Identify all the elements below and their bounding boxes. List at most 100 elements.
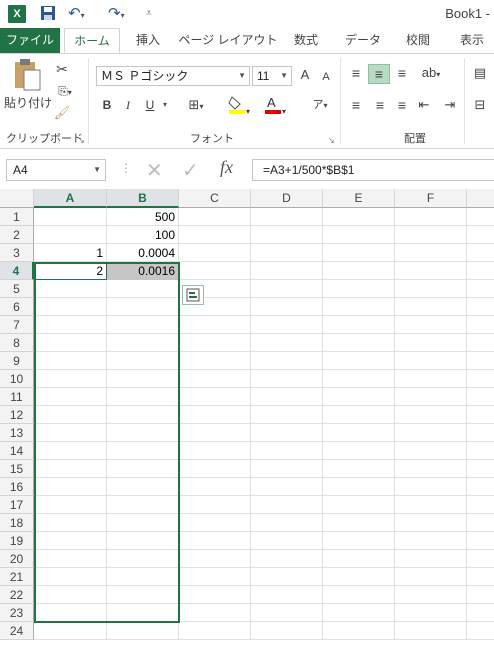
underline-button[interactable]: U — [144, 96, 156, 114]
row-header-16[interactable]: 16 — [0, 478, 34, 496]
cell-b2[interactable]: 100 — [107, 226, 179, 244]
underline-dropdown-icon[interactable]: ▾ — [160, 96, 170, 114]
svg-text:A: A — [267, 95, 276, 110]
border-icon[interactable]: ⊞▾ — [184, 96, 208, 116]
column-header-b[interactable]: B — [107, 189, 179, 208]
align-center-icon[interactable]: ≡ — [370, 96, 390, 114]
column-header-a[interactable]: A — [34, 189, 107, 208]
title-bar: X ↶▾ ↷▾ ⩡ Book1 - — [0, 0, 494, 28]
column-gridline — [322, 208, 323, 640]
tab-review[interactable]: 校閲 — [396, 28, 440, 53]
increase-indent-icon[interactable]: ⇥ — [440, 96, 460, 114]
row-header-1[interactable]: 1 — [0, 208, 34, 226]
row-header-6[interactable]: 6 — [0, 298, 34, 316]
row-header-13[interactable]: 13 — [0, 424, 34, 442]
row-header-10[interactable]: 10 — [0, 370, 34, 388]
font-launcher-icon[interactable]: ↘ — [328, 132, 335, 150]
column-gridline — [250, 208, 251, 640]
row-gridline — [34, 639, 494, 640]
align-bottom-icon[interactable]: ≡ — [392, 64, 412, 82]
align-top-icon[interactable]: ≡ — [346, 64, 366, 82]
wrap-text-icon[interactable]: ▤ — [470, 64, 490, 82]
bold-button[interactable]: B — [100, 96, 114, 114]
row-header-12[interactable]: 12 — [0, 406, 34, 424]
italic-button[interactable]: I — [122, 96, 134, 114]
quick-analysis-button[interactable] — [182, 285, 204, 305]
insert-function-icon[interactable]: fx — [220, 157, 233, 178]
font-color-icon[interactable]: A ▾ — [260, 94, 290, 121]
row-header-17[interactable]: 17 — [0, 496, 34, 514]
column-header-d[interactable]: D — [251, 189, 323, 208]
formula-bar-grip-icon: ⋮ — [120, 161, 132, 175]
decrease-indent-icon[interactable]: ⇤ — [414, 96, 434, 114]
row-header-14[interactable]: 14 — [0, 442, 34, 460]
column-header-g[interactable] — [467, 189, 494, 208]
tab-insert[interactable]: 挿入 — [126, 28, 170, 53]
cell-b3[interactable]: 0.0004 — [107, 244, 179, 262]
tab-home[interactable]: ホーム — [64, 28, 120, 53]
window-title: Book1 - — [445, 6, 490, 21]
column-header-f[interactable]: F — [395, 189, 467, 208]
cell-a3[interactable]: 1 — [34, 244, 107, 262]
name-box[interactable]: A4 ▼ — [6, 159, 106, 181]
redo-icon[interactable]: ↷▾ — [108, 5, 138, 23]
cut-icon[interactable]: ✂ — [52, 60, 72, 78]
fill-color-icon[interactable]: ▾ — [224, 94, 254, 121]
ribbon-home: 貼り付け ✂ ⎘▾ 🖌 クリップボード ↘ ＭＳ Ｐゴシック ▼ 11 ▼ A A … — [0, 54, 494, 149]
font-name-combo[interactable]: ＭＳ Ｐゴシック ▼ — [96, 66, 250, 86]
phonetic-icon[interactable]: ア▾ — [308, 96, 332, 115]
tab-data[interactable]: データ — [338, 28, 388, 53]
clipboard-launcher-icon[interactable]: ↘ — [78, 132, 85, 150]
alignment-group-label: 配置 — [404, 133, 426, 145]
align-left-icon[interactable]: ≡ — [346, 96, 366, 114]
align-right-icon[interactable]: ≡ — [392, 96, 412, 114]
row-header-7[interactable]: 7 — [0, 316, 34, 334]
format-painter-icon[interactable]: 🖌 — [52, 104, 72, 122]
row-header-11[interactable]: 11 — [0, 388, 34, 406]
shrink-font-button[interactable]: A — [320, 68, 332, 86]
column-gridline — [466, 208, 467, 640]
selection-range — [34, 262, 180, 623]
row-header-19[interactable]: 19 — [0, 532, 34, 550]
row-header-23[interactable]: 23 — [0, 604, 34, 622]
paste-button-label[interactable]: 貼り付け — [4, 94, 52, 112]
tab-page-layout[interactable]: ページ レイアウト — [178, 28, 278, 53]
font-size-combo[interactable]: 11 ▼ — [252, 66, 292, 86]
orientation-icon[interactable]: ab▾ — [418, 64, 444, 84]
save-icon[interactable] — [40, 5, 56, 23]
row-header-24[interactable]: 24 — [0, 622, 34, 640]
grow-font-button[interactable]: A — [298, 66, 312, 84]
align-middle-icon[interactable]: ≡ — [368, 64, 390, 84]
customize-qat-icon[interactable]: ⩡ — [146, 5, 156, 23]
row-header-15[interactable]: 15 — [0, 460, 34, 478]
tab-formulas[interactable]: 数式 — [284, 28, 328, 53]
formula-input[interactable]: =A3+1/500*$B$1 — [252, 159, 494, 181]
name-box-dropdown-icon[interactable]: ▼ — [93, 160, 101, 180]
row-header-22[interactable]: 22 — [0, 586, 34, 604]
row-header-2[interactable]: 2 — [0, 226, 34, 244]
tab-file[interactable]: ファイル — [0, 28, 60, 53]
row-header-21[interactable]: 21 — [0, 568, 34, 586]
column-header-c[interactable]: C — [179, 189, 251, 208]
clipboard-group-label: クリップボード — [6, 133, 83, 145]
merge-center-icon[interactable]: ⊟ — [470, 96, 490, 114]
copy-icon[interactable]: ⎘▾ — [52, 82, 78, 102]
formula-bar: A4 ▼ ⋮ ✕ ✓ fx =A3+1/500*$B$1 — [0, 155, 494, 183]
row-header-18[interactable]: 18 — [0, 514, 34, 532]
cancel-entry-icon[interactable]: ✕ — [146, 158, 163, 183]
row-header-4[interactable]: 4 — [0, 262, 34, 280]
tab-view[interactable]: 表示 — [450, 28, 494, 53]
font-size-value: 11 — [257, 69, 270, 83]
paste-icon[interactable] — [10, 58, 44, 94]
column-header-e[interactable]: E — [323, 189, 395, 208]
undo-icon[interactable]: ↶▾ — [68, 5, 98, 23]
cell-b1[interactable]: 500 — [107, 208, 179, 226]
confirm-entry-icon[interactable]: ✓ — [182, 158, 199, 183]
column-gridline — [394, 208, 395, 640]
row-header-20[interactable]: 20 — [0, 550, 34, 568]
row-header-3[interactable]: 3 — [0, 244, 34, 262]
row-header-5[interactable]: 5 — [0, 280, 34, 298]
select-all-corner[interactable] — [0, 189, 34, 208]
row-header-8[interactable]: 8 — [0, 334, 34, 352]
row-header-9[interactable]: 9 — [0, 352, 34, 370]
